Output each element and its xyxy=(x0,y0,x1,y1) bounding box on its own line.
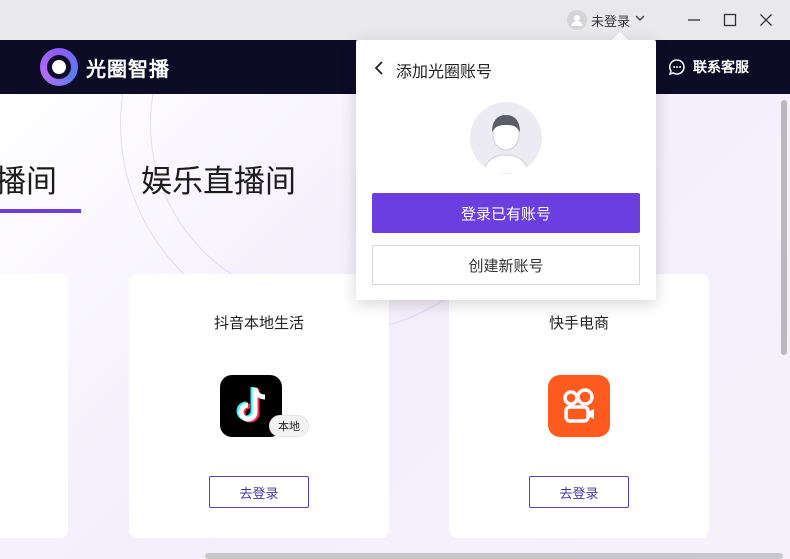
close-icon xyxy=(760,14,772,26)
brand: 光圈智播 xyxy=(40,48,170,86)
user-status-label: 未登录 xyxy=(591,14,631,30)
popup-caret xyxy=(612,32,628,40)
contact-support-label: 联系客服 xyxy=(693,60,749,76)
vertical-scrollbar[interactable] xyxy=(781,100,787,355)
local-badge: 本地 xyxy=(269,415,309,437)
douyin-login-button[interactable]: 去登录 xyxy=(209,476,309,508)
brand-name: 光圈智播 xyxy=(86,56,170,81)
kuaishou-icon xyxy=(548,375,610,437)
platform-card-partial xyxy=(0,274,68,538)
close-window-button[interactable] xyxy=(754,8,778,32)
active-tab-indicator xyxy=(0,209,81,213)
back-arrow-icon[interactable] xyxy=(372,60,386,80)
maximize-icon xyxy=(723,13,737,27)
horizontal-scrollbar[interactable] xyxy=(205,553,783,559)
chevron-down-icon xyxy=(634,12,646,28)
card-title: 抖音本地生活 xyxy=(213,314,304,332)
user-status-menu[interactable]: 未登录 xyxy=(567,9,646,31)
platform-card-douyin: 抖音本地生活 本地 去登录 xyxy=(129,274,389,538)
card-title: 快手电商 xyxy=(548,314,609,332)
title-bar: 未登录 xyxy=(0,0,790,40)
tab-entertainment-label: 娱乐直播间 xyxy=(141,164,296,200)
login-existing-account-button[interactable]: 登录已有账号 xyxy=(372,193,640,233)
tab-entertainment-live-room[interactable]: 娱乐直播间 xyxy=(141,156,296,201)
tab-live-room-label: 直播间 xyxy=(0,164,57,200)
user-avatar-icon xyxy=(567,10,587,30)
minimize-button[interactable] xyxy=(682,8,706,32)
popup-title: 添加光圈账号 xyxy=(396,62,493,81)
contact-support-button[interactable]: 联系客服 xyxy=(668,57,749,77)
tab-live-room[interactable]: 直播间 xyxy=(0,156,57,201)
add-account-popup: 添加光圈账号 登录已有账号 创建新账号 xyxy=(356,40,656,300)
popup-header: 添加光圈账号 xyxy=(372,58,492,82)
minimize-icon xyxy=(688,19,700,21)
brand-logo-icon xyxy=(40,48,78,86)
default-avatar-icon xyxy=(470,102,542,174)
platform-card-kuaishou: 快手电商 去登录 xyxy=(449,274,709,538)
chat-bubble-icon xyxy=(668,59,685,76)
kuaishou-login-button[interactable]: 去登录 xyxy=(529,476,629,508)
create-new-account-button[interactable]: 创建新账号 xyxy=(372,245,640,285)
maximize-button[interactable] xyxy=(718,8,742,32)
